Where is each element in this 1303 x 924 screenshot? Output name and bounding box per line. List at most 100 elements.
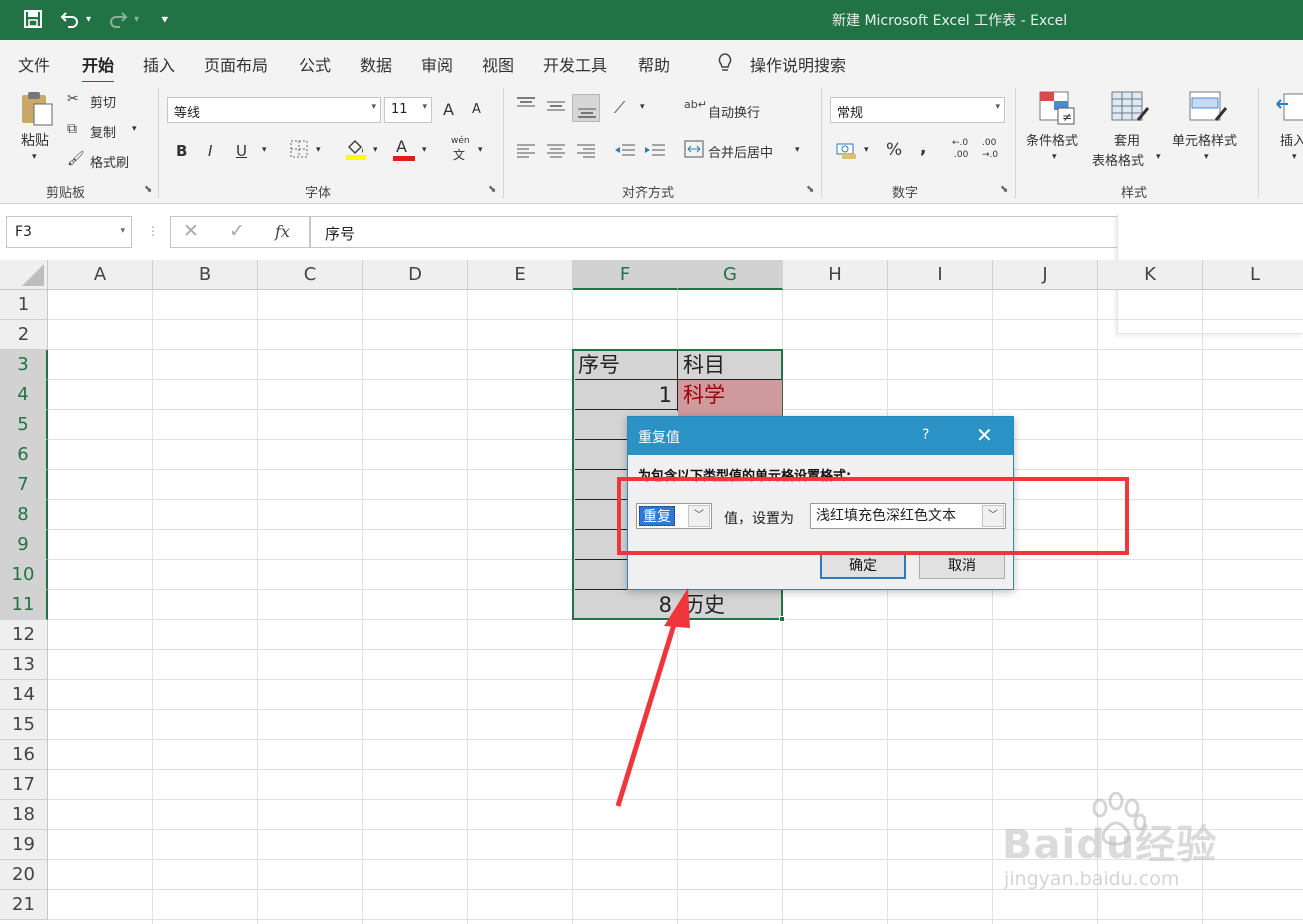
orientation-dropdown-icon[interactable]: ▾ xyxy=(640,102,645,112)
fill-color-icon[interactable] xyxy=(345,137,367,165)
confirm-icon[interactable]: ✓ xyxy=(229,220,245,242)
help-button[interactable]: ? xyxy=(922,427,929,443)
tab-formulas[interactable]: 公式 xyxy=(299,52,331,76)
format-painter-button[interactable]: 格式刷 xyxy=(90,152,129,171)
align-center-icon[interactable] xyxy=(546,142,566,162)
percent-button[interactable]: % xyxy=(886,140,902,160)
column-header-c[interactable]: C xyxy=(258,260,363,290)
row-header-20[interactable]: 20 xyxy=(0,860,48,890)
decrease-indent-icon[interactable] xyxy=(614,142,636,162)
row-header-11[interactable]: 11 xyxy=(0,590,48,620)
tab-developer[interactable]: 开发工具 xyxy=(543,52,607,76)
merge-center-button[interactable]: 合并后居中 xyxy=(708,142,773,161)
decrease-decimal-top[interactable]: .00 xyxy=(982,138,996,148)
copy-button[interactable]: 复制 xyxy=(90,122,116,141)
name-box[interactable]: F3 ▾ xyxy=(6,216,132,248)
column-header-j[interactable]: J xyxy=(993,260,1098,290)
redo-icon[interactable] xyxy=(108,10,128,32)
fill-color-dropdown-icon[interactable]: ▾ xyxy=(373,145,378,155)
cell-g3[interactable]: 科目 xyxy=(678,350,782,380)
font-color-dropdown-icon[interactable]: ▾ xyxy=(422,145,427,155)
accounting-format-icon[interactable] xyxy=(836,140,860,164)
format-as-table-dropdown-icon[interactable]: ▾ xyxy=(1156,152,1161,162)
row-header-4[interactable]: 4 xyxy=(0,380,48,410)
cell-g11[interactable]: 历史 xyxy=(678,590,782,620)
font-size-combo[interactable]: 11 ▾ xyxy=(384,97,432,123)
cancel-icon[interactable]: ✕ xyxy=(183,220,199,242)
italic-button[interactable]: I xyxy=(208,142,212,160)
column-header-g[interactable]: G xyxy=(678,260,783,290)
accounting-dropdown-icon[interactable]: ▾ xyxy=(864,145,869,155)
wrap-text-button[interactable]: 自动换行 xyxy=(708,102,760,121)
tab-help[interactable]: 帮助 xyxy=(638,52,670,76)
close-icon[interactable]: ✕ xyxy=(976,423,993,447)
insert-function-button[interactable]: fx xyxy=(275,222,290,241)
comma-button[interactable]: , xyxy=(920,138,926,158)
column-header-k[interactable]: K xyxy=(1098,260,1203,290)
grow-font-button[interactable]: A xyxy=(443,100,454,119)
row-header-2[interactable]: 2 xyxy=(0,320,48,350)
column-header-i[interactable]: I xyxy=(888,260,993,290)
column-header-a[interactable]: A xyxy=(48,260,153,290)
row-header-7[interactable]: 7 xyxy=(0,470,48,500)
clipboard-launcher-icon[interactable]: ⬊ xyxy=(144,184,152,195)
tab-view[interactable]: 视图 xyxy=(482,52,514,76)
column-header-b[interactable]: B xyxy=(153,260,258,290)
row-header-6[interactable]: 6 xyxy=(0,440,48,470)
format-as-table-button[interactable]: 套用 xyxy=(1114,130,1140,149)
row-header-3[interactable]: 3 xyxy=(0,350,48,380)
tab-review[interactable]: 审阅 xyxy=(421,52,453,76)
conditional-formatting-button[interactable]: 条件格式 xyxy=(1026,130,1078,149)
row-header-5[interactable]: 5 xyxy=(0,410,48,440)
row-header-21[interactable]: 21 xyxy=(0,890,48,920)
align-left-icon[interactable] xyxy=(516,142,536,162)
font-launcher-icon[interactable]: ⬊ xyxy=(488,184,496,195)
row-header-10[interactable]: 10 xyxy=(0,560,48,590)
align-top-icon[interactable] xyxy=(516,96,536,116)
border-dropdown-icon[interactable]: ▾ xyxy=(316,145,321,155)
paste-dropdown-icon[interactable]: ▾ xyxy=(32,152,37,162)
row-header-13[interactable]: 13 xyxy=(0,650,48,680)
phonetic-dropdown-icon[interactable]: ▾ xyxy=(478,145,483,155)
cell-g4[interactable]: 科学 xyxy=(678,380,782,410)
chevron-down-icon[interactable]: ▾ xyxy=(120,226,125,236)
align-right-icon[interactable] xyxy=(576,142,596,162)
cut-button[interactable]: 剪切 xyxy=(90,92,116,111)
row-header-15[interactable]: 15 xyxy=(0,710,48,740)
customize-toolbar-icon[interactable]: ⯆ xyxy=(160,13,170,28)
row-header-14[interactable]: 14 xyxy=(0,680,48,710)
align-middle-icon[interactable] xyxy=(546,98,566,118)
undo-icon[interactable] xyxy=(60,10,80,32)
align-bottom-button[interactable] xyxy=(572,94,600,122)
bold-button[interactable]: B xyxy=(176,142,187,160)
increase-decimal-top[interactable]: ←.0 xyxy=(952,138,968,148)
row-header-18[interactable]: 18 xyxy=(0,800,48,830)
row-header-9[interactable]: 9 xyxy=(0,530,48,560)
font-name-combo[interactable]: 等线 ▾ xyxy=(167,97,381,123)
increase-indent-icon[interactable] xyxy=(644,142,666,162)
undo-dropdown-icon[interactable]: ▾ xyxy=(86,14,91,25)
underline-dropdown-icon[interactable]: ▾ xyxy=(262,145,267,155)
format-as-table-label-2[interactable]: 表格格式 xyxy=(1092,150,1144,169)
cell-styles-button[interactable]: 单元格样式 xyxy=(1172,130,1237,149)
save-icon[interactable] xyxy=(24,10,42,32)
merge-dropdown-icon[interactable]: ▾ xyxy=(795,145,800,155)
phonetic-guide-button[interactable]: 文 xyxy=(453,146,465,163)
column-header-l[interactable]: L xyxy=(1203,260,1303,290)
tab-insert[interactable]: 插入 xyxy=(143,52,175,76)
fill-handle[interactable] xyxy=(779,616,785,622)
copy-dropdown-icon[interactable]: ▾ xyxy=(132,124,137,134)
cell-f3[interactable]: 序号 xyxy=(573,350,677,380)
row-header-1[interactable]: 1 xyxy=(0,290,48,320)
orientation-icon[interactable]: ⟋ xyxy=(614,98,625,118)
dialog-title-bar[interactable]: 重复值 ? ✕ xyxy=(628,417,1013,455)
paste-button[interactable]: 粘贴 xyxy=(21,130,49,150)
font-color-button[interactable]: A xyxy=(396,137,407,156)
shrink-font-button[interactable]: A xyxy=(472,102,481,117)
row-header-12[interactable]: 12 xyxy=(0,620,48,650)
row-header-8[interactable]: 8 xyxy=(0,500,48,530)
column-header-d[interactable]: D xyxy=(363,260,468,290)
tab-home[interactable]: 开始 xyxy=(82,52,115,84)
row-header-16[interactable]: 16 xyxy=(0,740,48,770)
underline-button[interactable]: U xyxy=(236,142,247,160)
